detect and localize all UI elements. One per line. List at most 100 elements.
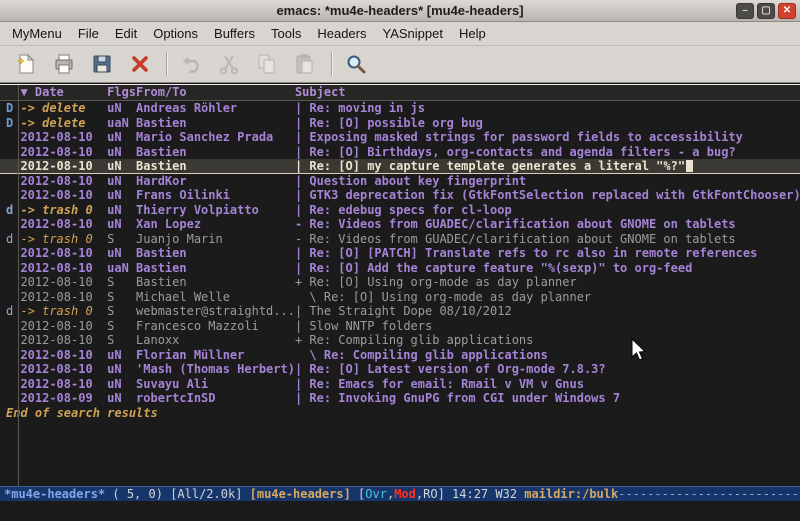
column-header-date[interactable]: ▼ Date bbox=[20, 85, 107, 100]
message-from: Michael Welle bbox=[136, 290, 295, 305]
message-row[interactable]: 2012-08-10 uN Mario Sanchez Prada | Expo… bbox=[0, 130, 800, 145]
echo-area[interactable] bbox=[0, 501, 800, 521]
modeline-bracket: ] bbox=[438, 487, 452, 501]
modeline-major-mode[interactable]: [mu4e-headers] bbox=[250, 487, 358, 501]
message-row[interactable]: 2012-08-10 uaN Bastien | Re: [O] Add the… bbox=[0, 261, 800, 276]
modeline-maildir: maildir:/bulk bbox=[524, 487, 618, 501]
message-row[interactable]: 2012-08-10 uN Suvayu Ali | Re: Emacs for… bbox=[0, 377, 800, 392]
maximize-button[interactable]: ▢ bbox=[757, 3, 775, 19]
message-date: 2012-08-10 bbox=[20, 275, 107, 290]
text-cursor bbox=[686, 160, 693, 172]
subject-text: | Re: edebug specs for cl-loop bbox=[295, 203, 512, 217]
subject-text: | Question about key fingerprint bbox=[295, 174, 526, 188]
menu-tools[interactable]: Tools bbox=[263, 23, 309, 44]
search-button[interactable] bbox=[340, 49, 372, 79]
search-icon bbox=[344, 52, 368, 76]
message-date: 2012-08-10 bbox=[20, 348, 107, 363]
message-flags: uN bbox=[107, 159, 136, 174]
save-button[interactable] bbox=[86, 49, 118, 79]
message-row[interactable]: d -> trash 0 S Juanjo Marin - Re: Videos… bbox=[0, 232, 800, 247]
message-row[interactable]: D -> delete uaN Bastien | Re: [O] possib… bbox=[0, 116, 800, 131]
message-row[interactable]: d -> trash 0 uN Thierry Volpiatto | Re: … bbox=[0, 203, 800, 218]
subject-text: | The Straight Dope 08/10/2012 bbox=[295, 304, 512, 318]
message-from: Suvayu Ali bbox=[136, 377, 295, 392]
kill-buffer-icon bbox=[128, 52, 152, 76]
message-flags: uN bbox=[107, 145, 136, 160]
cut-button[interactable] bbox=[213, 49, 245, 79]
message-row[interactable]: 2012-08-10 S Michael Welle \ Re: [O] Usi… bbox=[0, 290, 800, 305]
message-subject: | Re: [O] Add the capture feature "%(sex… bbox=[295, 261, 800, 276]
copy-button[interactable] bbox=[251, 49, 283, 79]
menu-headers[interactable]: Headers bbox=[309, 23, 374, 44]
message-from: Bastien bbox=[136, 246, 295, 261]
message-date: 2012-08-10 bbox=[20, 319, 107, 334]
left-scrollbar[interactable] bbox=[18, 85, 19, 486]
undo-button[interactable] bbox=[175, 49, 207, 79]
message-row[interactable]: 2012-08-10 uN Florian Müllner \ Re: Comp… bbox=[0, 348, 800, 363]
titlebar[interactable]: emacs: *mu4e-headers* [mu4e-headers] – ▢… bbox=[0, 0, 800, 22]
undo-icon bbox=[179, 52, 203, 76]
modeline-modified[interactable]: Mod bbox=[394, 487, 416, 501]
column-header-flags[interactable]: Flgs bbox=[107, 85, 136, 100]
menu-buffers[interactable]: Buffers bbox=[206, 23, 263, 44]
message-from: Florian Müllner bbox=[136, 348, 295, 363]
modeline-filler: ----------------------------------------… bbox=[618, 487, 800, 501]
message-subject: + Re: [O] Using org-mode as day planner bbox=[295, 275, 800, 290]
message-row[interactable]: 2012-08-10 uN Bastien | Re: [O] Birthday… bbox=[0, 145, 800, 160]
message-from: 'Mash (Thomas Herbert) bbox=[136, 362, 295, 377]
menu-bar: MyMenu File Edit Options Buffers Tools H… bbox=[0, 22, 800, 46]
modeline-size: [All/2.0k] bbox=[170, 487, 249, 501]
kill-buffer-button[interactable] bbox=[124, 49, 156, 79]
end-of-results: End of search results bbox=[0, 406, 800, 421]
minimize-button[interactable]: – bbox=[736, 3, 754, 19]
message-flags: uaN bbox=[107, 116, 136, 131]
message-from: Bastien bbox=[136, 261, 295, 276]
subject-text: | Re: [O] Birthdays, org-contacts and ag… bbox=[295, 145, 736, 159]
close-button[interactable]: ✕ bbox=[778, 3, 796, 19]
subject-text: - Re: Videos from GUADEC/clarification a… bbox=[295, 217, 736, 231]
new-file-button[interactable] bbox=[10, 49, 42, 79]
message-subject: | Re: Invoking GnuPG from CGI under Wind… bbox=[295, 391, 800, 406]
message-subject: | Slow NNTP folders bbox=[295, 319, 800, 334]
save-icon bbox=[90, 52, 114, 76]
window-title: emacs: *mu4e-headers* [mu4e-headers] bbox=[0, 3, 800, 18]
message-row[interactable]: D -> delete uN Andreas Röhler | Re: movi… bbox=[0, 101, 800, 116]
toolbar-separator bbox=[331, 52, 332, 76]
subject-text: | Re: [O] Add the capture feature "%(sex… bbox=[295, 261, 692, 275]
menu-file[interactable]: File bbox=[70, 23, 107, 44]
menu-help[interactable]: Help bbox=[451, 23, 494, 44]
menu-edit[interactable]: Edit bbox=[107, 23, 145, 44]
print-button[interactable] bbox=[48, 49, 80, 79]
message-row[interactable]: 2012-08-10 uN 'Mash (Thomas Herbert) | R… bbox=[0, 362, 800, 377]
column-header-subject[interactable]: Subject bbox=[295, 85, 800, 100]
message-date: -> trash 0 bbox=[20, 203, 107, 218]
paste-button[interactable] bbox=[289, 49, 321, 79]
message-row[interactable]: 2012-08-09 uN robertcInSD | Re: Invoking… bbox=[0, 391, 800, 406]
message-subject: \ Re: [O] Using org-mode as day planner bbox=[295, 290, 800, 305]
message-flags: uN bbox=[107, 362, 136, 377]
modeline-readonly: RO bbox=[423, 487, 437, 501]
message-row[interactable]: 2012-08-10 uN HardKor | Question about k… bbox=[0, 174, 800, 189]
message-from: Juanjo Marin bbox=[136, 232, 295, 247]
subject-text: | Re: Emacs for email: Rmail v VM v Gnus bbox=[295, 377, 584, 391]
message-row[interactable]: 2012-08-10 uN Bastien | Re: [O] [PATCH] … bbox=[0, 246, 800, 261]
message-row[interactable]: 2012-08-10 S Bastien + Re: [O] Using org… bbox=[0, 275, 800, 290]
message-row[interactable]: 2012-08-10 uN Bastien | Re: [O] my captu… bbox=[0, 159, 800, 174]
message-subject: | Re: [O] possible org bug bbox=[295, 116, 800, 131]
subject-text: | Re: [O] my capture template generates … bbox=[295, 159, 685, 173]
message-from: Francesco Mazzoli bbox=[136, 319, 295, 334]
copy-icon bbox=[255, 52, 279, 76]
column-header-from[interactable]: From/To bbox=[136, 85, 295, 100]
message-subject: | The Straight Dope 08/10/2012 bbox=[295, 304, 800, 319]
message-row[interactable]: d -> trash 0 S webmaster@straightd... | … bbox=[0, 304, 800, 319]
message-from: HardKor bbox=[136, 174, 295, 189]
menu-mymenu[interactable]: MyMenu bbox=[4, 23, 70, 44]
menu-yasnippet[interactable]: YASnippet bbox=[374, 23, 450, 44]
message-row[interactable]: 2012-08-10 uN Frans Oilinki | GTK3 depre… bbox=[0, 188, 800, 203]
menu-options[interactable]: Options bbox=[145, 23, 206, 44]
message-row[interactable]: 2012-08-10 S Lanoxx + Re: Compiling glib… bbox=[0, 333, 800, 348]
message-row[interactable]: 2012-08-10 S Francesco Mazzoli | Slow NN… bbox=[0, 319, 800, 334]
subject-text: | GTK3 deprecation fix (GtkFontSelection… bbox=[295, 188, 800, 202]
message-from: Bastien bbox=[136, 116, 295, 131]
message-row[interactable]: 2012-08-10 uN Xan Lopez - Re: Videos fro… bbox=[0, 217, 800, 232]
